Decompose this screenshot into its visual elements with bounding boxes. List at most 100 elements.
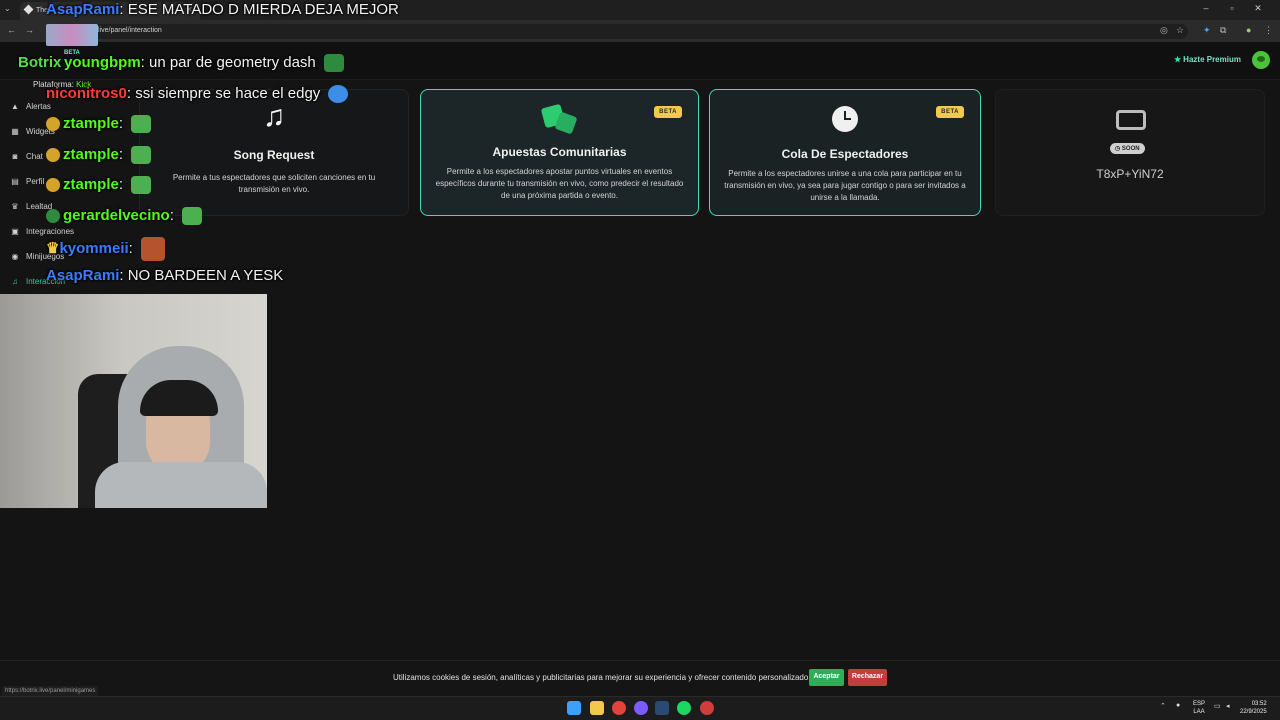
card-description: Permite a los espectadores unirse a una … bbox=[724, 169, 966, 202]
windows-start-icon[interactable] bbox=[567, 701, 581, 715]
user-avatar[interactable] bbox=[1252, 51, 1270, 69]
language-line1: ESP bbox=[1193, 701, 1206, 707]
system-clock[interactable]: 03:52 22/9/2025 bbox=[1240, 700, 1267, 716]
profile-icon[interactable]: ● bbox=[1246, 25, 1251, 35]
chat-text: : bbox=[118, 146, 124, 163]
chat-emote-icon bbox=[328, 85, 349, 104]
clock-time: 03:52 bbox=[1251, 701, 1267, 707]
coming-soon-card: ◷ SOON T8xP+YiN72 bbox=[995, 89, 1265, 216]
extension-icon[interactable]: ✦ bbox=[1203, 25, 1211, 36]
frog-badge-icon bbox=[46, 209, 60, 224]
chat-text: : un par de geometry dash bbox=[140, 54, 316, 71]
chat-username: niconitros0 bbox=[46, 85, 127, 102]
eye-off-icon[interactable]: ◎ bbox=[1160, 25, 1168, 36]
face-emote-icon bbox=[141, 237, 165, 261]
chrome-icon[interactable] bbox=[612, 701, 626, 715]
microphone-icon[interactable]: ● bbox=[1176, 702, 1180, 709]
bookmark-star-icon[interactable]: ☆ bbox=[1176, 25, 1184, 36]
chat-text: : ssi siempre se hace el edgy bbox=[126, 85, 321, 102]
accept-cookies-button[interactable]: Aceptar bbox=[809, 669, 844, 686]
soon-badge-label: SOON bbox=[1121, 146, 1140, 152]
card-title: Song Request bbox=[233, 148, 315, 162]
chat-message: ♛kyommeii: bbox=[0, 237, 165, 261]
language-indicator[interactable]: ESP LAA bbox=[1193, 700, 1205, 716]
dice-icon bbox=[540, 103, 578, 135]
extensions-puzzle-icon[interactable]: ⧉ bbox=[1220, 25, 1226, 36]
sub-badge-icon bbox=[46, 117, 60, 132]
chat-username: kyommeii bbox=[59, 239, 129, 257]
chat-username: ztample bbox=[63, 146, 119, 163]
webcam-body bbox=[95, 462, 267, 508]
menu-kebab-icon[interactable]: ⋮ bbox=[1264, 25, 1273, 36]
chat-username: AsapRami bbox=[46, 1, 120, 18]
language-line2: LAA bbox=[1193, 709, 1205, 715]
premium-link[interactable]: ★ Hazte Premium bbox=[1174, 55, 1241, 64]
music-note-icon: ♫ bbox=[262, 100, 286, 133]
sidebar-item-alertas[interactable]: ▲ Alertas bbox=[10, 102, 150, 116]
volume-icon[interactable]: ◂ bbox=[1226, 702, 1230, 710]
chat-emote-image bbox=[46, 24, 98, 46]
pepe-emote-icon bbox=[182, 207, 203, 226]
chat-text: : bbox=[118, 176, 124, 193]
chat-message: AsapRami: ESE MATADO D MIERDA DEJA MEJOR bbox=[0, 1, 399, 18]
chat-text: : ESE MATADO D MIERDA DEJA MEJOR bbox=[119, 1, 399, 18]
star-icon: ★ bbox=[1174, 55, 1182, 64]
beta-badge: BETA bbox=[936, 106, 964, 118]
pepe-emote-icon bbox=[131, 146, 152, 165]
chat-message: gerardelvecino: bbox=[0, 207, 203, 226]
tray-chevron-icon[interactable]: ⌃ bbox=[1160, 702, 1166, 710]
pepe-emote-icon bbox=[131, 115, 152, 134]
sub-badge-icon bbox=[46, 148, 60, 163]
file-explorer-icon[interactable] bbox=[590, 701, 604, 715]
window-close-icon[interactable]: ✕ bbox=[1248, 3, 1268, 14]
steam-icon[interactable] bbox=[655, 701, 669, 715]
reject-cookies-button[interactable]: Rechazar bbox=[848, 669, 887, 686]
network-icon[interactable]: ▭ bbox=[1214, 702, 1221, 710]
address-bar[interactable]: live/panel/interaction bbox=[48, 24, 1188, 39]
beta-badge: BETA bbox=[654, 106, 682, 118]
app-icon[interactable] bbox=[700, 701, 714, 715]
ticket-icon bbox=[1116, 110, 1146, 130]
chat-username: gerardelvecino bbox=[63, 207, 170, 224]
sub-badge-icon bbox=[46, 178, 60, 193]
clock-date: 22/9/2025 bbox=[1240, 709, 1267, 715]
chat-username: AsapRami bbox=[46, 267, 120, 284]
chat-text: : NO BARDEEN A YESK bbox=[119, 267, 284, 284]
restore-icon[interactable]: ▫ bbox=[1222, 3, 1242, 13]
chat-username: ztample bbox=[63, 115, 119, 132]
chat-username: youngbpm bbox=[64, 54, 141, 71]
cookie-text: Utilizamos cookies de sesión, analíticas… bbox=[393, 673, 811, 682]
chat-message: youngbpm: un par de geometry dash bbox=[0, 54, 344, 73]
card-title: Apuestas Comunitarias bbox=[492, 145, 627, 159]
chat-message: ztample: bbox=[0, 115, 152, 134]
forward-icon[interactable]: → bbox=[25, 25, 34, 35]
pepe-emote-icon bbox=[131, 176, 152, 195]
chat-text: : bbox=[128, 239, 133, 257]
chat-text: : bbox=[169, 207, 174, 224]
chat-message: AsapRami: NO BARDEEN A YESK bbox=[0, 267, 283, 284]
card-description: Permite a tus espectadores que soliciten… bbox=[172, 173, 376, 194]
card-title: T8xP+YiN72 bbox=[1096, 167, 1164, 181]
crown-icon: ♛ bbox=[46, 239, 60, 257]
chat-message: ztample: bbox=[0, 176, 152, 195]
chat-message: ztample: bbox=[0, 146, 152, 165]
song-request-card[interactable]: ♫ Song Request Permite a tus espectadore… bbox=[139, 89, 409, 216]
soon-badge: ◷ SOON bbox=[1110, 143, 1145, 154]
chat-username: ztample bbox=[63, 176, 119, 193]
link-status-url: https://botrix.live/panel/minigames bbox=[2, 686, 99, 696]
discord-icon[interactable] bbox=[634, 701, 648, 715]
back-icon[interactable]: ← bbox=[7, 25, 16, 35]
spotify-icon[interactable] bbox=[677, 701, 691, 715]
card-title: Cola De Espectadores bbox=[781, 147, 909, 161]
clock-icon bbox=[832, 106, 858, 132]
viewer-queue-card[interactable]: BETA Cola De Espectadores Permite a los … bbox=[709, 89, 981, 216]
premium-label: Hazte Premium bbox=[1183, 55, 1241, 64]
community-bets-card[interactable]: BETA Apuestas Comunitarias Permite a los… bbox=[420, 89, 699, 216]
chat-message: niconitros0: ssi siempre se hace el edgy bbox=[0, 85, 349, 104]
bell-icon: ▲ bbox=[11, 102, 19, 111]
card-description: Permite a los espectadores apostar punto… bbox=[435, 167, 684, 200]
sidebar-item-label: Integraciones bbox=[26, 227, 75, 236]
minimize-icon[interactable]: – bbox=[1196, 3, 1216, 13]
sidebar-item-label: Alertas bbox=[26, 102, 51, 111]
chat-emote-icon bbox=[323, 54, 344, 73]
